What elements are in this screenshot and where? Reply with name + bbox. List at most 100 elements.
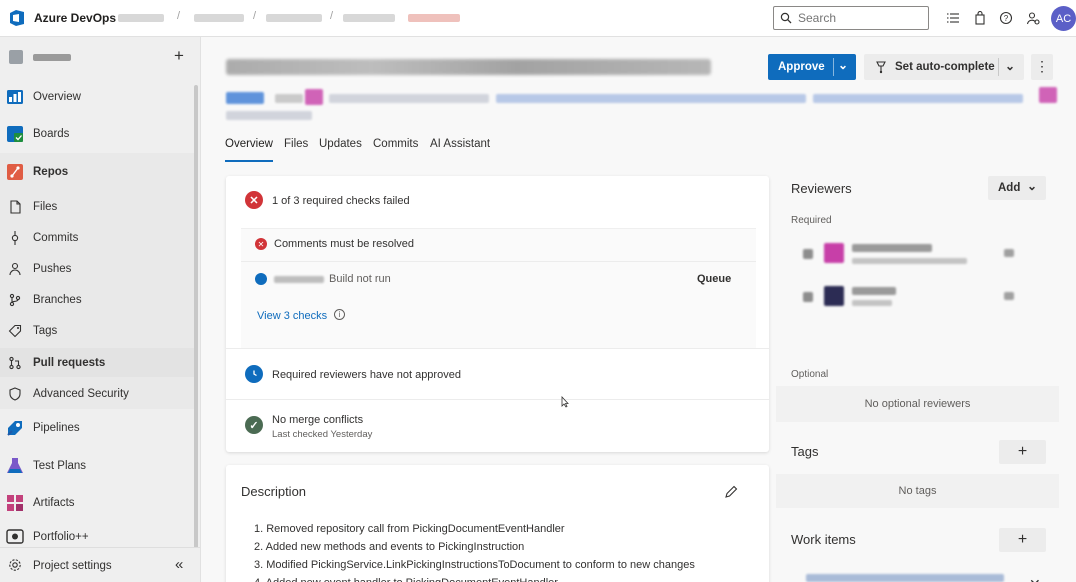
check-success-icon: ✓ — [245, 416, 263, 434]
brand-name[interactable]: Azure DevOps — [34, 11, 116, 25]
sidebar-item-boards[interactable]: Boards — [0, 118, 196, 150]
button-divider — [998, 58, 999, 76]
auto-complete-label: Set auto-complete — [895, 61, 995, 73]
search-box[interactable] — [773, 6, 929, 30]
branch-icon — [6, 291, 24, 309]
info-icon[interactable]: i — [334, 309, 345, 320]
sidebar-scrollbar[interactable] — [194, 85, 198, 555]
breadcrumb-pr[interactable] — [408, 14, 460, 22]
chevron-down-icon: ⌄ — [1027, 179, 1038, 193]
sidebar-item-label: Artifacts — [33, 497, 75, 509]
view-checks-link[interactable]: View 3 checks — [257, 310, 327, 322]
pull-request-icon — [6, 354, 24, 372]
sidebar-item-pushes[interactable]: Pushes — [0, 256, 196, 282]
reviewers-title: Reviewers — [791, 181, 852, 196]
portfolio-icon — [6, 527, 24, 545]
set-auto-complete-button[interactable]: Set auto-complete ⌄ — [864, 54, 1024, 80]
sidebar-item-label: Pull requests — [33, 356, 106, 369]
test-plans-icon — [6, 457, 24, 475]
sidebar-item-commits[interactable]: Commits — [0, 225, 196, 251]
search-input[interactable] — [798, 10, 923, 26]
sidebar-item-portfolio[interactable]: Portfolio++ — [0, 525, 196, 547]
collapse-sidebar-button[interactable]: « — [175, 556, 183, 573]
breadcrumb-separator: / — [330, 10, 334, 22]
reviewers-status: Required reviewers have not approved — [272, 369, 461, 381]
sidebar-item-branches[interactable]: Branches — [0, 287, 196, 313]
tags-title: Tags — [791, 444, 819, 459]
add-reviewer-button[interactable]: Add ⌄ — [988, 176, 1046, 200]
no-optional-reviewers: No optional reviewers — [776, 386, 1059, 422]
sidebar-item-label: Advanced Security — [33, 388, 129, 400]
comments-check: Comments must be resolved — [274, 238, 414, 250]
project-selector[interactable]: + — [0, 37, 200, 77]
breadcrumb-repo[interactable] — [343, 14, 395, 22]
reviewer-action[interactable] — [1004, 249, 1014, 257]
sidebar-item-pull-requests[interactable]: Pull requests — [0, 348, 196, 377]
reviewer-status-icon — [803, 292, 813, 302]
avatar[interactable] — [824, 286, 844, 306]
pencil-icon[interactable] — [724, 485, 738, 499]
task-list-icon[interactable] — [945, 10, 961, 26]
close-icon[interactable]: ✕ — [1029, 576, 1041, 582]
description-title: Description — [241, 484, 307, 499]
breadcrumb-project[interactable] — [194, 14, 244, 22]
sidebar-item-files[interactable]: Files — [0, 194, 196, 220]
tab-overview[interactable]: Overview — [225, 138, 273, 150]
pr-title — [226, 59, 711, 75]
gear-icon — [8, 558, 22, 572]
queue-button[interactable]: Queue — [697, 273, 731, 285]
tab-updates[interactable]: Updates — [319, 138, 362, 150]
project-icon — [9, 50, 23, 64]
user-settings-icon[interactable] — [1025, 10, 1041, 26]
chevron-down-icon[interactable]: ⌄ — [838, 58, 848, 72]
overview-icon — [6, 88, 24, 106]
avatar[interactable]: AC — [1051, 6, 1076, 31]
mouse-cursor-icon — [561, 396, 569, 408]
sidebar-item-pipelines[interactable]: Pipelines — [0, 412, 196, 444]
sidebar-item-label: Overview — [33, 91, 81, 103]
auto-complete-icon — [876, 61, 886, 74]
add-tag-button[interactable]: + — [999, 440, 1046, 464]
sidebar-item-label: Pipelines — [33, 422, 80, 434]
reviewer-name — [852, 244, 932, 252]
breadcrumb-org[interactable] — [118, 14, 164, 22]
commit-icon — [6, 229, 24, 247]
failed-icon: ✕ — [245, 191, 263, 209]
tab-commits[interactable]: Commits — [373, 138, 418, 150]
build-status: Build not run — [329, 273, 391, 285]
svg-text:?: ? — [1004, 14, 1009, 23]
new-item-button[interactable]: + — [174, 46, 184, 66]
breadcrumb-separator: / — [253, 10, 257, 22]
more-actions-button[interactable]: ⋮ — [1031, 54, 1053, 80]
reviewer-action[interactable] — [1004, 292, 1014, 300]
no-tags: No tags — [776, 474, 1059, 508]
azure-devops-logo-icon[interactable] — [8, 9, 26, 27]
sidebar-item-tags[interactable]: Tags — [0, 318, 196, 344]
pipelines-icon — [6, 419, 24, 437]
sidebar-item-advanced-security[interactable]: Advanced Security — [0, 380, 196, 408]
boards-icon — [6, 125, 24, 143]
approve-button[interactable]: Approve ⌄ — [768, 54, 856, 80]
chevron-down-icon[interactable]: ⌄ — [1005, 59, 1015, 73]
main-content: Approve ⌄ Set auto-complete ⌄ ⋮ Overview… — [201, 37, 1076, 582]
sidebar-item-overview[interactable]: Overview — [0, 81, 196, 113]
more-icon: ⋮ — [1035, 58, 1049, 74]
sidebar-item-test-plans[interactable]: Test Plans — [0, 450, 196, 482]
breadcrumb-repos[interactable] — [266, 14, 322, 22]
active-tab-indicator — [225, 160, 273, 162]
help-icon[interactable]: ? — [998, 10, 1014, 26]
sidebar-item-label: Commits — [33, 232, 79, 244]
pr-meta — [329, 94, 489, 103]
add-work-item-button[interactable]: + — [999, 528, 1046, 552]
project-settings-button[interactable]: Project settings « — [0, 547, 200, 582]
sidebar-item-artifacts[interactable]: Artifacts — [0, 487, 196, 519]
clock-icon — [245, 365, 263, 383]
tab-files[interactable]: Files — [284, 138, 308, 150]
checks-card: ✕ 1 of 3 required checks failed ✕ Commen… — [226, 176, 769, 452]
sidebar-item-repos[interactable]: Repos — [0, 155, 196, 189]
sidebar-item-label: Branches — [33, 294, 82, 306]
avatar[interactable] — [824, 243, 844, 263]
work-item-link[interactable] — [806, 574, 1004, 582]
tab-ai-assistant[interactable]: AI Assistant — [430, 138, 490, 150]
shopping-bag-icon[interactable] — [972, 10, 988, 26]
